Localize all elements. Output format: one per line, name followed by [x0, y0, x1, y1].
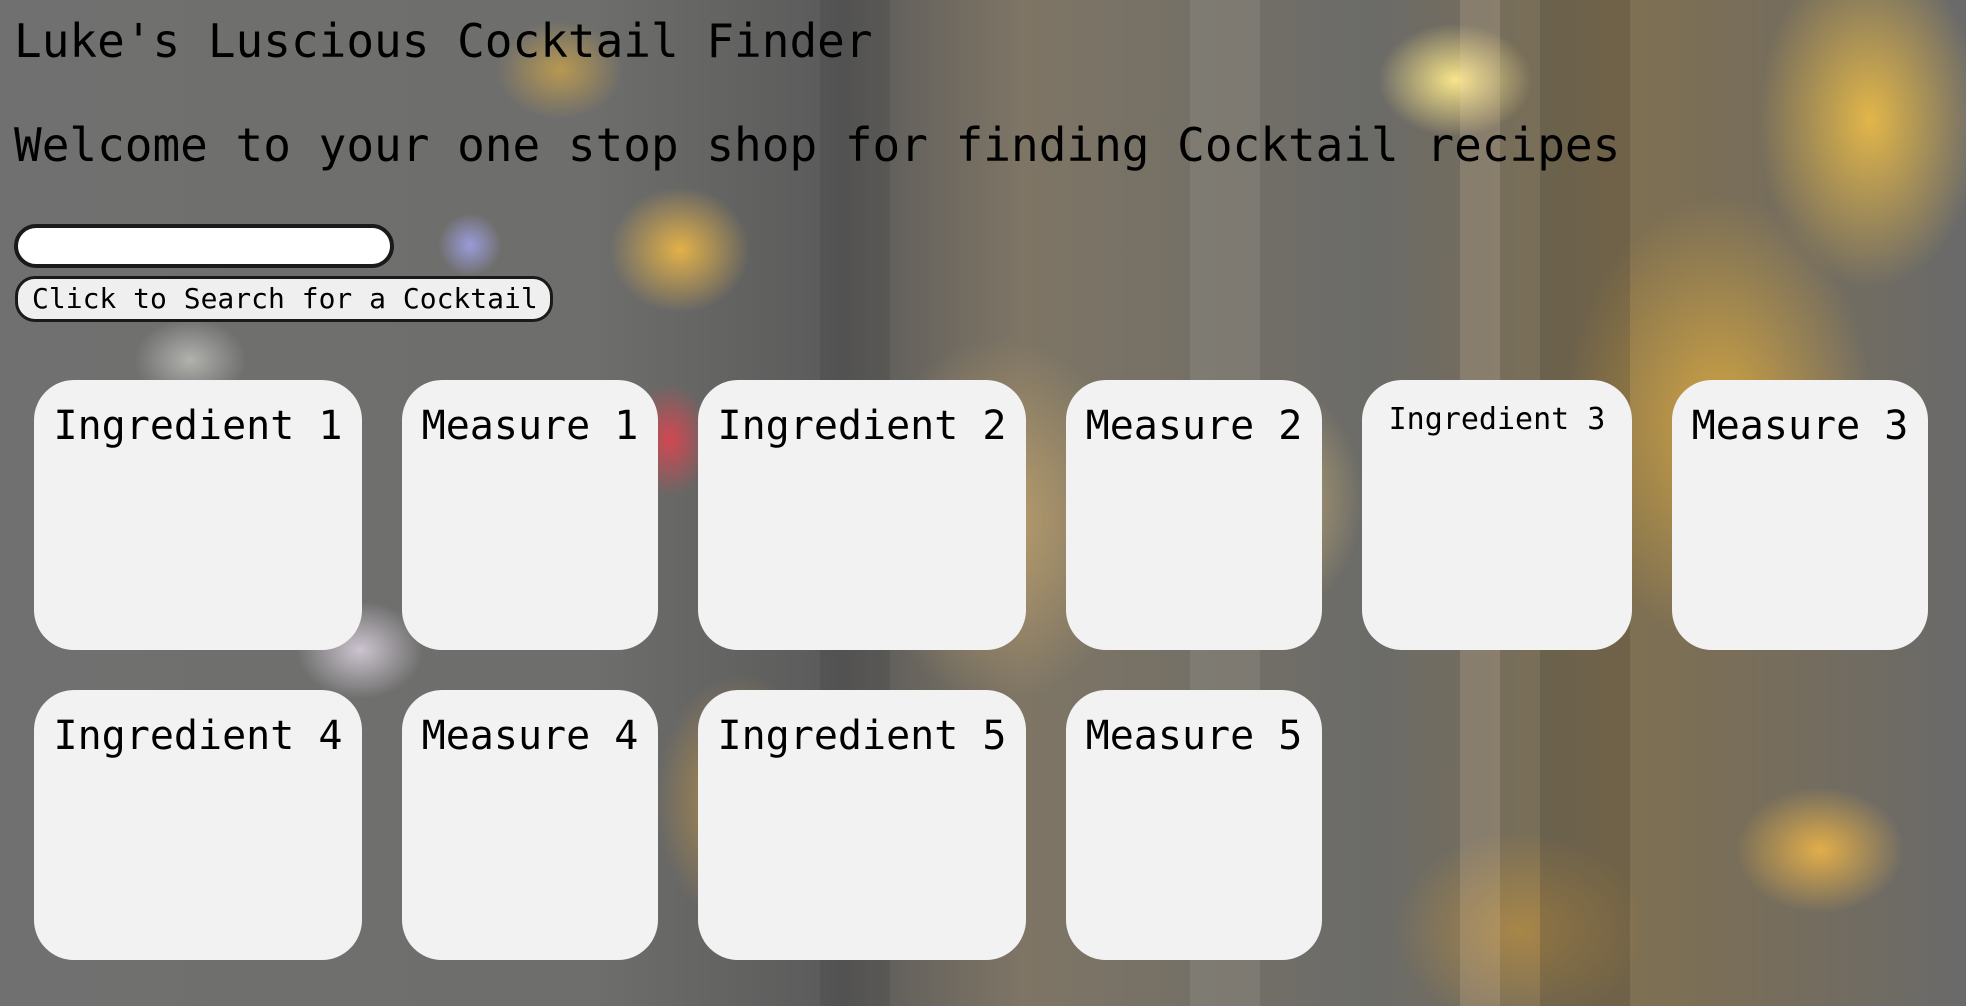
measure-3-card: Measure 3 [1672, 380, 1928, 650]
ingredient-3-card: Ingredient 3 [1362, 380, 1632, 650]
cocktail-search-input[interactable] [14, 224, 394, 268]
ingredient-3-label: Ingredient 3 [1388, 402, 1606, 437]
measure-4-label: Measure 4 [421, 713, 639, 759]
measure-2-label: Measure 2 [1085, 403, 1303, 449]
measure-1-label: Measure 1 [421, 403, 639, 449]
measure-3-label: Measure 3 [1691, 403, 1909, 449]
page-subtitle: Welcome to your one stop shop for findin… [14, 118, 1621, 172]
page-title: Luke's Luscious Cocktail Finder [14, 14, 873, 68]
search-cocktail-button[interactable]: Click to Search for a Cocktail [15, 276, 553, 322]
ingredient-5-label: Ingredient 5 [717, 713, 1007, 759]
ingredient-4-label: Ingredient 4 [53, 713, 343, 759]
measure-4-card: Measure 4 [402, 690, 658, 960]
measure-5-card: Measure 5 [1066, 690, 1322, 960]
ingredient-2-card: Ingredient 2 [698, 380, 1026, 650]
ingredient-2-label: Ingredient 2 [717, 403, 1007, 449]
ingredient-5-card: Ingredient 5 [698, 690, 1026, 960]
ingredient-4-card: Ingredient 4 [34, 690, 362, 960]
ingredient-1-label: Ingredient 1 [53, 403, 343, 449]
measure-1-card: Measure 1 [402, 380, 658, 650]
measure-2-card: Measure 2 [1066, 380, 1322, 650]
measure-5-label: Measure 5 [1085, 713, 1303, 759]
ingredient-1-card: Ingredient 1 [34, 380, 362, 650]
